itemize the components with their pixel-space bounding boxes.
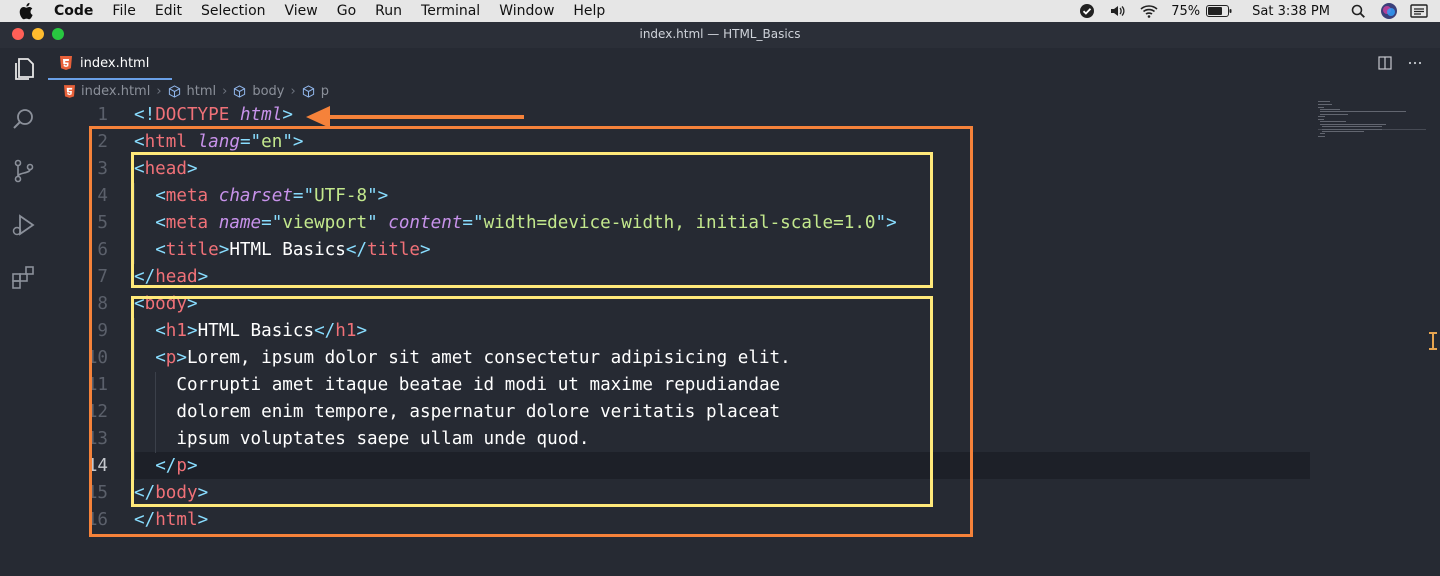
head-section-annotation-box bbox=[131, 152, 933, 288]
extensions-icon[interactable] bbox=[11, 264, 37, 290]
menu-window[interactable]: Window bbox=[499, 0, 554, 22]
run-debug-icon[interactable] bbox=[11, 212, 37, 238]
doctype-annotation-arrow-icon bbox=[306, 106, 524, 128]
menu-file[interactable]: File bbox=[112, 0, 135, 22]
wifi-icon[interactable] bbox=[1139, 3, 1159, 19]
minimize-window-button[interactable] bbox=[32, 28, 44, 40]
menu-selection[interactable]: Selection bbox=[201, 0, 266, 22]
battery-percent: 75% bbox=[1171, 3, 1201, 19]
body-section-annotation-box bbox=[131, 296, 933, 507]
menu-bar: Code File Edit Selection View Go Run Ter… bbox=[0, 0, 1440, 22]
menu-view[interactable]: View bbox=[285, 0, 318, 22]
element-cube-icon bbox=[302, 84, 314, 98]
minimap[interactable] bbox=[1318, 100, 1428, 140]
volume-icon[interactable] bbox=[1109, 3, 1127, 19]
chevron-right-icon: › bbox=[156, 83, 162, 99]
breadcrumb-html[interactable]: html bbox=[187, 84, 217, 99]
spotlight-search-icon[interactable] bbox=[1350, 3, 1368, 19]
text-cursor-icon bbox=[1429, 332, 1437, 350]
menu-go[interactable]: Go bbox=[337, 0, 356, 22]
html5-icon bbox=[60, 56, 72, 70]
apple-logo-icon[interactable] bbox=[19, 2, 35, 20]
menu-app-name[interactable]: Code bbox=[54, 0, 93, 22]
siri-icon[interactable] bbox=[1380, 2, 1398, 20]
zoom-window-button[interactable] bbox=[52, 28, 64, 40]
breadcrumb-body[interactable]: body bbox=[252, 84, 284, 99]
chevron-right-icon: › bbox=[290, 83, 296, 99]
split-editor-icon[interactable] bbox=[1378, 56, 1392, 70]
close-window-button[interactable] bbox=[12, 28, 24, 40]
html5-icon bbox=[64, 84, 75, 98]
breadcrumb: index.html › html › body › p bbox=[64, 82, 329, 100]
source-control-icon[interactable] bbox=[11, 158, 37, 184]
menu-help[interactable]: Help bbox=[573, 0, 605, 22]
checkmark-badge-icon[interactable] bbox=[1079, 3, 1097, 19]
activity-bar bbox=[0, 48, 48, 576]
code-line[interactable]: 1 <!DOCTYPE html> bbox=[48, 102, 1310, 129]
menu-clock[interactable]: Sat 3:38 PM bbox=[1252, 4, 1330, 19]
tab-index-html[interactable]: index.html bbox=[48, 48, 172, 80]
vscode-window: Code File Edit Selection View Go Run Ter… bbox=[0, 0, 1440, 576]
breadcrumb-p[interactable]: p bbox=[321, 84, 329, 99]
code-text: <!DOCTYPE html> bbox=[134, 102, 293, 129]
element-cube-icon bbox=[168, 84, 180, 98]
control-center-icon[interactable] bbox=[1410, 3, 1428, 19]
line-number: 1 bbox=[97, 105, 108, 125]
code-token: DOCTYPE bbox=[155, 105, 230, 125]
editor-tab-bar: index.html bbox=[48, 48, 1440, 80]
tab-label: index.html bbox=[80, 55, 150, 71]
code-token: <! bbox=[134, 105, 156, 125]
code-token: > bbox=[282, 105, 293, 125]
breadcrumb-file[interactable]: index.html bbox=[81, 84, 150, 99]
menu-run[interactable]: Run bbox=[375, 0, 402, 22]
window-title: index.html — HTML_Basics bbox=[0, 22, 1440, 48]
search-icon[interactable] bbox=[11, 106, 37, 132]
explorer-icon[interactable] bbox=[11, 56, 37, 82]
menu-terminal[interactable]: Terminal bbox=[421, 0, 480, 22]
battery-icon[interactable] bbox=[1206, 5, 1232, 17]
menu-edit[interactable]: Edit bbox=[155, 0, 182, 22]
chevron-right-icon: › bbox=[222, 83, 228, 99]
more-actions-icon[interactable] bbox=[1408, 56, 1422, 70]
element-cube-icon bbox=[234, 84, 246, 98]
code-token: html bbox=[239, 105, 283, 125]
